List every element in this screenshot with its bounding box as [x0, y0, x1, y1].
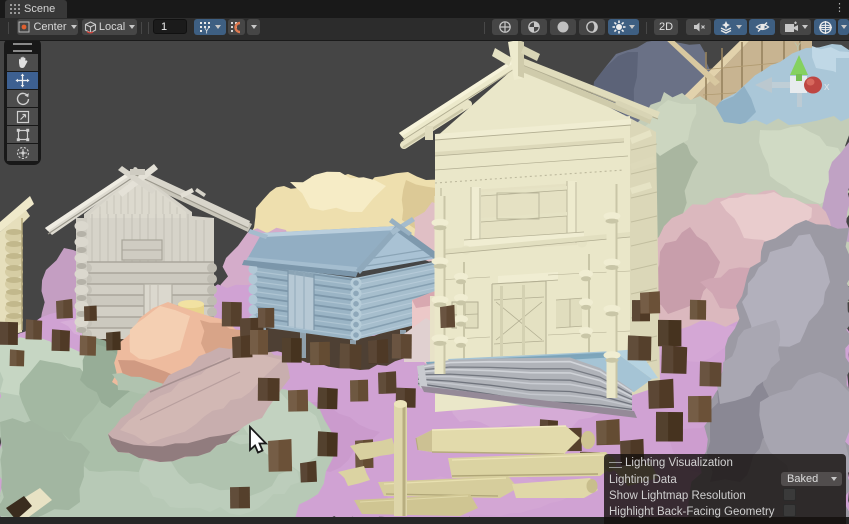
svg-text:Y: Y — [794, 41, 802, 53]
svg-text:x: x — [824, 81, 830, 93]
svg-text:Y: Y — [204, 26, 210, 34]
